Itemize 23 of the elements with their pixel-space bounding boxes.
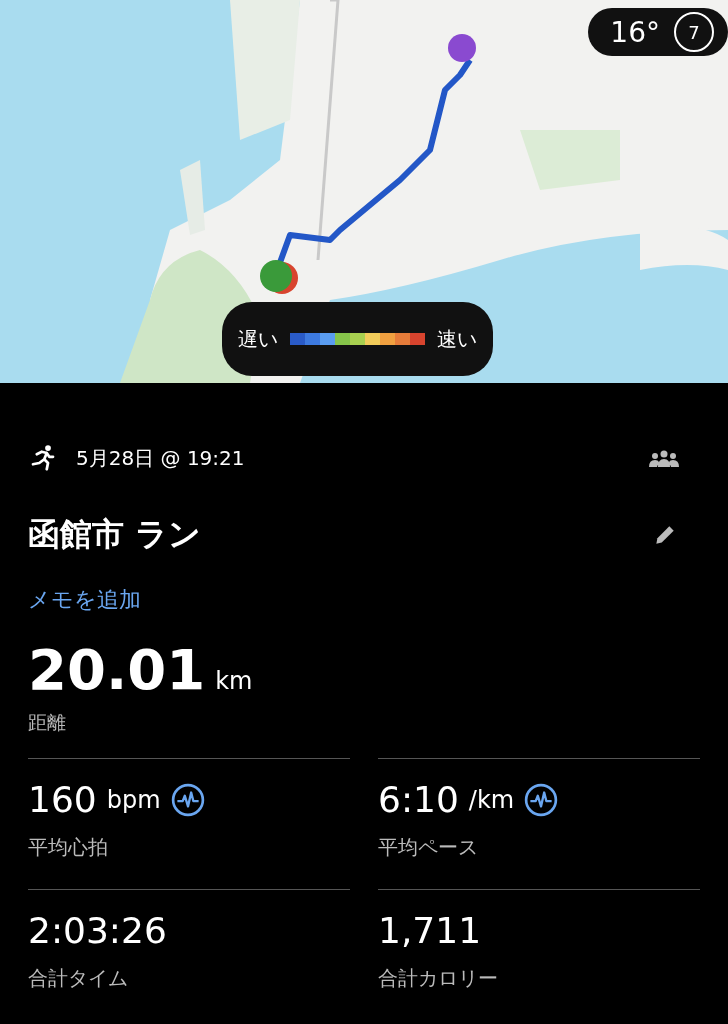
stat-value: 160 xyxy=(28,779,97,820)
pulse-chart-icon[interactable] xyxy=(524,782,559,817)
distance-unit: km xyxy=(215,667,253,695)
temperature: 16° xyxy=(610,15,660,49)
stat-label: 合計タイム xyxy=(28,965,129,992)
stat-unit: bpm xyxy=(106,785,161,814)
stat-value: 1,711 xyxy=(378,910,482,951)
activity-title: 函館市 ラン xyxy=(28,514,203,555)
wind-indicator: 7 xyxy=(674,12,714,52)
stat-label: 平均心拍 xyxy=(28,834,109,861)
distance-label: 距離 xyxy=(28,710,67,735)
stat-unit: /km xyxy=(468,785,515,814)
stat-label: 合計カロリー xyxy=(378,965,499,992)
pulse-chart-icon[interactable] xyxy=(170,782,205,817)
slow-label: 遅い xyxy=(238,325,278,353)
distance-value: 20.01 xyxy=(28,637,206,702)
fast-label: 速い xyxy=(437,325,477,353)
group-icon[interactable] xyxy=(648,449,680,467)
stat-value: 6:10 xyxy=(378,779,459,820)
stat-label: 平均ペース xyxy=(378,834,479,861)
activity-date: 5月28日 @ 19:21 xyxy=(76,444,246,472)
add-memo-link[interactable]: メモを追加 xyxy=(28,585,141,615)
stat-value: 2:03:26 xyxy=(28,910,167,951)
